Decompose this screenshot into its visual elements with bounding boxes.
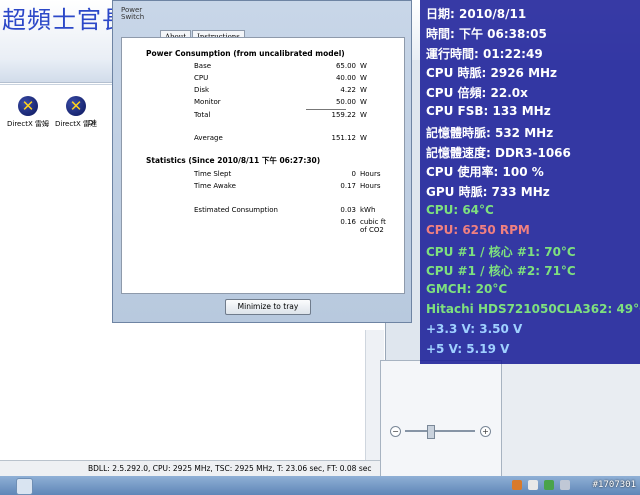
osd-line: 記憶體時脈: 532 MHz bbox=[426, 125, 554, 140]
osd-line: 時間: 下午 06:38:05 bbox=[426, 26, 547, 41]
status-bar: BDLL: 2.5.292.0, CPU: 2925 MHz, TSC: 292… bbox=[0, 460, 385, 476]
power-app-window: Power Switch AboutInstructions Power Con… bbox=[112, 0, 412, 323]
background-window-lower-right bbox=[380, 360, 502, 478]
directx-icon-1[interactable]: ✕ DirectX 雷姆 bbox=[4, 96, 52, 129]
osd-line: CPU: 6250 RPM bbox=[426, 222, 530, 237]
zoom-track bbox=[405, 430, 475, 432]
osd-line: CPU #1 / 核心 #1: 70°C bbox=[426, 244, 576, 259]
power-row-disk: Disk 4.22 W bbox=[194, 86, 367, 94]
watermark-title: 超頻士官長 bbox=[2, 6, 127, 34]
zoom-out-icon[interactable]: − bbox=[390, 426, 401, 437]
tray-icon[interactable] bbox=[544, 480, 554, 490]
power-row-base: Base 65.00 W bbox=[194, 62, 367, 70]
osd-line: CPU #1 / 核心 #2: 71°C bbox=[426, 264, 576, 279]
tab-strip: AboutInstructions bbox=[160, 24, 246, 43]
power-row-average: Average 151.12 W bbox=[194, 134, 367, 142]
stats-row-time-slept: Time Slept 0 Hours bbox=[194, 170, 381, 178]
zoom-in-icon[interactable]: + bbox=[480, 426, 491, 437]
tray-icon[interactable] bbox=[560, 480, 570, 490]
stats-row-time-awake: Time Awake 0.17 Hours bbox=[194, 182, 381, 190]
zoom-slider[interactable]: − + bbox=[385, 425, 495, 439]
zoom-knob[interactable] bbox=[427, 425, 435, 439]
osd-line: CPU FSB: 133 MHz bbox=[426, 104, 551, 118]
osd-line: CPU: 64°C bbox=[426, 203, 494, 217]
content-panel: Power Consumption (from uncalibrated mod… bbox=[121, 37, 405, 294]
power-row-cpu: CPU 40.00 W bbox=[194, 74, 367, 82]
hardware-monitor-osd: 日期: 2010/8/11 時間: 下午 06:38:05 運行時間: 01:22:… bbox=[420, 0, 640, 364]
tray-icon[interactable] bbox=[512, 480, 522, 490]
power-row-monitor: Monitor 50.00 W bbox=[194, 98, 367, 106]
power-row-total: Total 159.22 W bbox=[194, 111, 367, 119]
directx-icon: ✕ bbox=[18, 96, 38, 116]
osd-line: +5 V: 5.19 V bbox=[426, 341, 510, 356]
minimize-to-tray-button[interactable]: Minimize to tray bbox=[225, 299, 311, 315]
osd-line: CPU 使用率: 100 % bbox=[426, 165, 544, 180]
start-icon[interactable] bbox=[16, 478, 33, 495]
osd-line: Hitachi HDS721050CLA362: 49°C bbox=[426, 302, 640, 316]
osd-line: 記憶體速度: DDR3-1066 bbox=[426, 145, 571, 160]
sum-divider bbox=[306, 109, 346, 110]
stats-section-title: Statistics (Since 2010/8/11 下午 06:27:30) bbox=[146, 156, 321, 165]
stats-row-co2: 0.16 cubic ft of CO2 bbox=[340, 218, 386, 234]
directx-icon: ✕ bbox=[66, 96, 86, 116]
osd-line: CPU 倍頻: 22.0x bbox=[426, 86, 528, 101]
icon-label: DirectX 雷姆 bbox=[7, 120, 49, 128]
tray-icon[interactable] bbox=[528, 480, 538, 490]
osd-line: 日期: 2010/8/11 bbox=[426, 7, 527, 21]
image-tag: #1707301 bbox=[592, 480, 636, 490]
power-section-title: Power Consumption (from uncalibrated mod… bbox=[146, 49, 345, 58]
osd-line: 運行時間: 01:22:49 bbox=[426, 46, 543, 61]
osd-line: +3.3 V: 3.50 V bbox=[426, 321, 523, 336]
icon-label: Di bbox=[88, 119, 96, 127]
osd-line: GPU 時脈: 733 MHz bbox=[426, 185, 550, 200]
taskbar bbox=[0, 476, 640, 495]
app-logo: Power Switch bbox=[121, 6, 145, 21]
directx-icon-3[interactable]: Di bbox=[88, 96, 108, 127]
stats-row-consumption: Estimated Consumption 0.03 kWh bbox=[194, 206, 376, 214]
osd-line: CPU 時脈: 2926 MHz bbox=[426, 66, 558, 81]
osd-line: GMCH: 20°C bbox=[426, 282, 508, 297]
